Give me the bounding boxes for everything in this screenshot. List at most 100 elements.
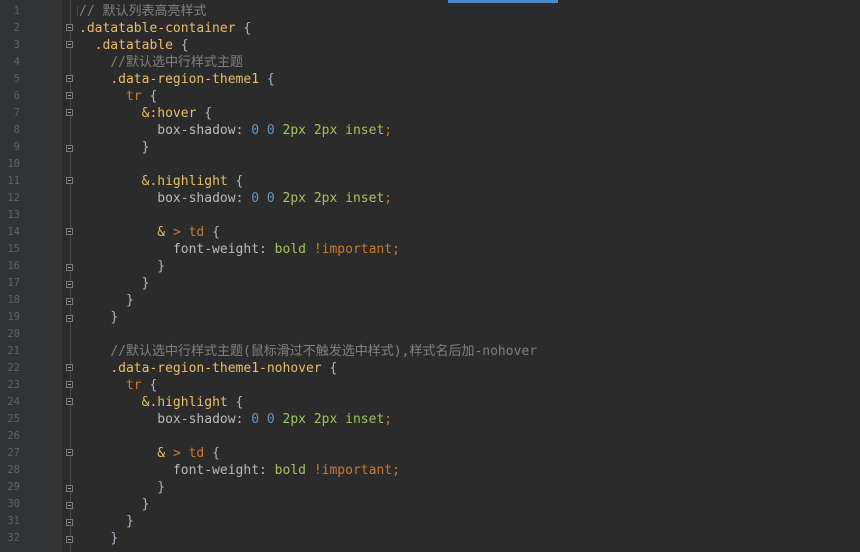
code-token: //默认选中行样式主题(鼠标滑过不触发选中样式),样式名后加-nohover [110,344,538,359]
code-token: font-weight [172,242,260,257]
code-line[interactable]: 6 tr { [0,88,860,105]
code-line[interactable]: 5 .data-region-theme1 { [0,71,860,88]
line-number: 12 [7,192,20,204]
code-line[interactable]: 12 box-shadow: 0 0 2px 2px inset; [0,190,860,207]
code-line[interactable]: 24 &.highlight { [0,394,860,411]
code-token: { [227,395,244,410]
code-line[interactable]: 28 font-weight: bold !important; [0,462,860,479]
fold-close-icon[interactable] [66,298,73,305]
fold-close-icon[interactable] [66,519,73,526]
code-text: tr { [79,88,157,105]
code-text: } [79,275,150,292]
code-line[interactable]: 2 .datatable-container { [0,20,860,37]
fold-open-icon[interactable] [66,109,73,116]
code-token: : [259,463,275,478]
code-text: font-weight: bold !important; [79,462,400,479]
code-text: box-shadow: 0 0 2px 2px inset; [79,411,392,428]
code-token: 0 [251,191,260,206]
code-line[interactable]: 23 tr { [0,377,860,394]
code-line[interactable]: 26 [0,428,860,445]
fold-open-icon[interactable] [66,24,73,31]
code-line[interactable]: 21 //默认选中行样式主题(鼠标滑过不触发选中样式),样式名后加-nohove… [0,343,860,360]
code-token: 2px [282,191,307,206]
fold-close-icon[interactable] [66,502,73,509]
code-line[interactable]: 22 .data-region-theme1-nohover { [0,360,860,377]
code-line[interactable]: 31 } [0,513,860,530]
code-area[interactable]: 1// 默认列表高亮样式 2 .datatable-container {3 .da… [0,3,860,547]
code-text: .datatable-container { [79,20,251,37]
code-token: > [172,225,181,240]
code-line[interactable]: 8 box-shadow: 0 0 2px 2px inset; [0,122,860,139]
fold-close-icon[interactable] [66,264,73,271]
fold-open-icon[interactable] [66,177,73,184]
fold-open-icon[interactable] [66,364,73,371]
line-number: 30 [7,498,20,510]
line-number: 8 [13,124,20,136]
code-line[interactable]: 25 box-shadow: 0 0 2px 2px inset; [0,411,860,428]
fold-open-icon[interactable] [66,449,73,456]
code-line[interactable]: 15 font-weight: bold !important; [0,241,860,258]
code-token: bold [274,463,306,478]
code-token: tr [125,89,142,104]
code-line[interactable]: 30 } [0,496,860,513]
line-number: 29 [7,481,20,493]
code-line[interactable]: 4 //默认选中行样式主题 [0,54,860,71]
code-token: 0 [251,412,260,427]
fold-close-icon[interactable] [66,485,73,492]
code-line[interactable]: 7 &:hover { [0,105,860,122]
fold-open-icon[interactable] [66,398,73,405]
code-line[interactable]: 29 } [0,479,860,496]
code-line[interactable]: 9 } [0,139,860,156]
code-line[interactable]: 14 & > td { [0,224,860,241]
code-token: font-weight [172,463,260,478]
code-token: .data-region-theme1-nohover [110,361,322,376]
code-line[interactable]: 16 } [0,258,860,275]
line-number: 31 [7,515,20,527]
code-text: } [79,496,150,513]
fold-open-icon[interactable] [66,75,73,82]
code-token: 2px [313,123,338,138]
fold-close-icon[interactable] [66,315,73,322]
code-token: 2px [313,191,338,206]
code-line[interactable]: 20 [0,326,860,343]
code-editor[interactable]: 1// 默认列表高亮样式 2 .datatable-container {3 .da… [0,0,860,552]
code-token: box-shadow [157,123,236,138]
fold-open-icon[interactable] [66,381,73,388]
fold-open-icon[interactable] [66,228,73,235]
code-text: tr { [79,377,157,394]
code-line[interactable]: 32 } [0,530,860,547]
code-token: &.highlight [141,174,228,189]
code-token: { [204,446,220,461]
fold-open-icon[interactable] [66,92,73,99]
fold-close-icon[interactable] [66,145,73,152]
code-line[interactable]: 1 // 默认列表高亮样式 [0,3,860,20]
fold-open-icon[interactable] [66,41,73,48]
code-line[interactable]: 18 } [0,292,860,309]
line-number: 27 [7,447,20,459]
code-line[interactable]: 17 } [0,275,860,292]
code-line[interactable]: 19 } [0,309,860,326]
line-number: 18 [7,294,20,306]
code-line[interactable]: 3 .datatable { [0,37,860,54]
code-token: //默认选中行样式主题 [110,55,243,70]
fold-close-icon[interactable] [66,536,73,543]
code-text: } [79,530,118,547]
code-line[interactable]: 10 [0,156,860,173]
code-line[interactable]: 27 & > td { [0,445,860,462]
code-line[interactable]: 13 [0,207,860,224]
line-number: 28 [7,464,20,476]
fold-close-icon[interactable] [66,281,73,288]
code-line[interactable]: 11 &.highlight { [0,173,860,190]
code-token: : [235,412,252,427]
